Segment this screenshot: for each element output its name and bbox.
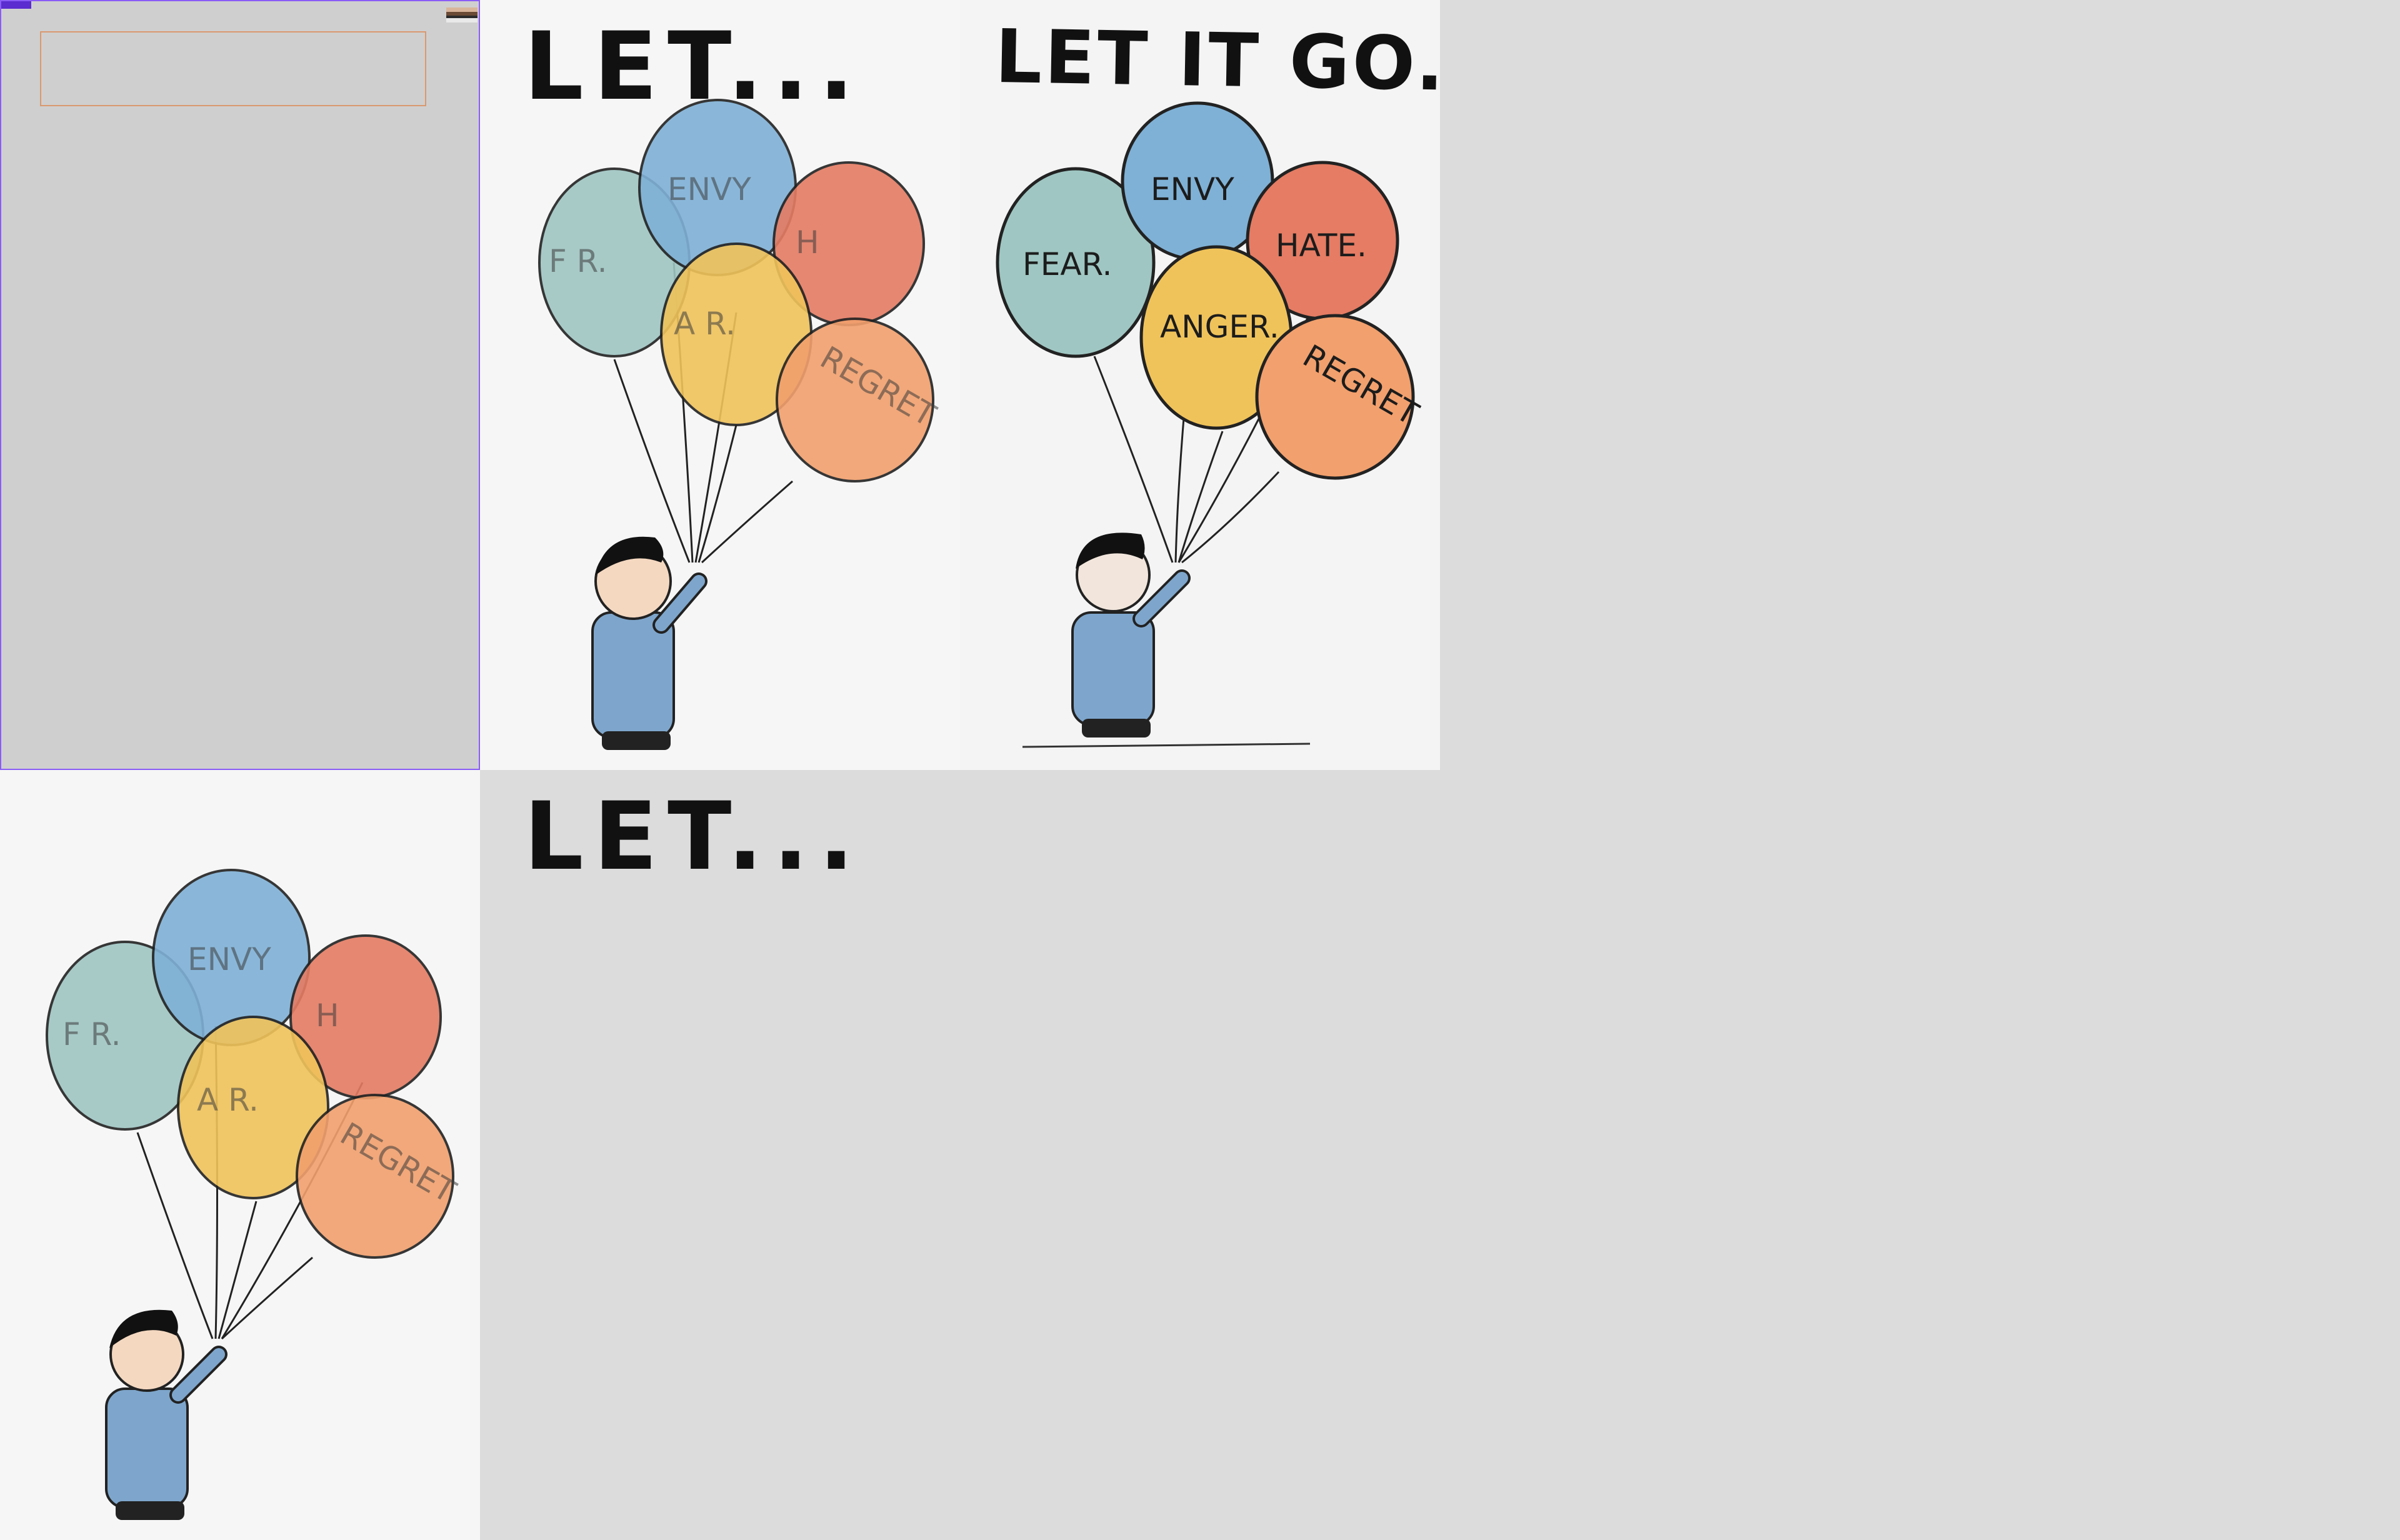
balloon-label-anger: A R. (197, 1082, 259, 1118)
balloon-label-envy: ENVY (188, 941, 271, 978)
color-swatch[interactable] (446, 8, 478, 22)
balloon-label-anger: ANGER. (1160, 309, 1279, 345)
boy-figure (105, 1309, 228, 1520)
balloon-label-fear: F R. (62, 1016, 121, 1052)
image-tile-balloons[interactable]: F R. ENVY H A R. REGRET (0, 770, 480, 1540)
image-tile-let-it-go[interactable]: LET IT GO... FEAR. ENVY HATE. ANGER. REG… (960, 0, 1440, 770)
balloon-label-hate: HATE. (1276, 228, 1367, 264)
balloon-label-hate: H (316, 998, 339, 1034)
balloon-label-fear: F R. (549, 243, 608, 279)
selection-badge (1, 1, 31, 9)
balloon-label-hate: H (796, 224, 819, 261)
empty-text-box[interactable] (40, 31, 426, 106)
balloon-boy-illustration: F R. ENVY H A R. REGRET (538, 99, 942, 750)
balloon-label-envy: ENVY (668, 171, 751, 208)
image-tile-let-faded[interactable]: LET... F R. ENVY H A R. REGRET (480, 0, 960, 770)
boy-figure (591, 536, 708, 750)
selected-empty-tile[interactable] (0, 0, 480, 770)
boy-figure (1022, 532, 1311, 748)
image-title: LET... (524, 782, 864, 891)
balloon-label-envy: ENVY (1151, 171, 1234, 208)
balloon-label-anger: A R. (674, 306, 736, 342)
balloon-boy-illustration: F R. ENVY H A R. REGRET (46, 869, 462, 1520)
balloon-label-fear: FEAR. (1022, 246, 1112, 282)
balloon-boy-sketch: FEAR. ENVY HATE. ANGER. REGRET (996, 101, 1424, 748)
text-tile-let[interactable]: LET... (480, 770, 880, 895)
